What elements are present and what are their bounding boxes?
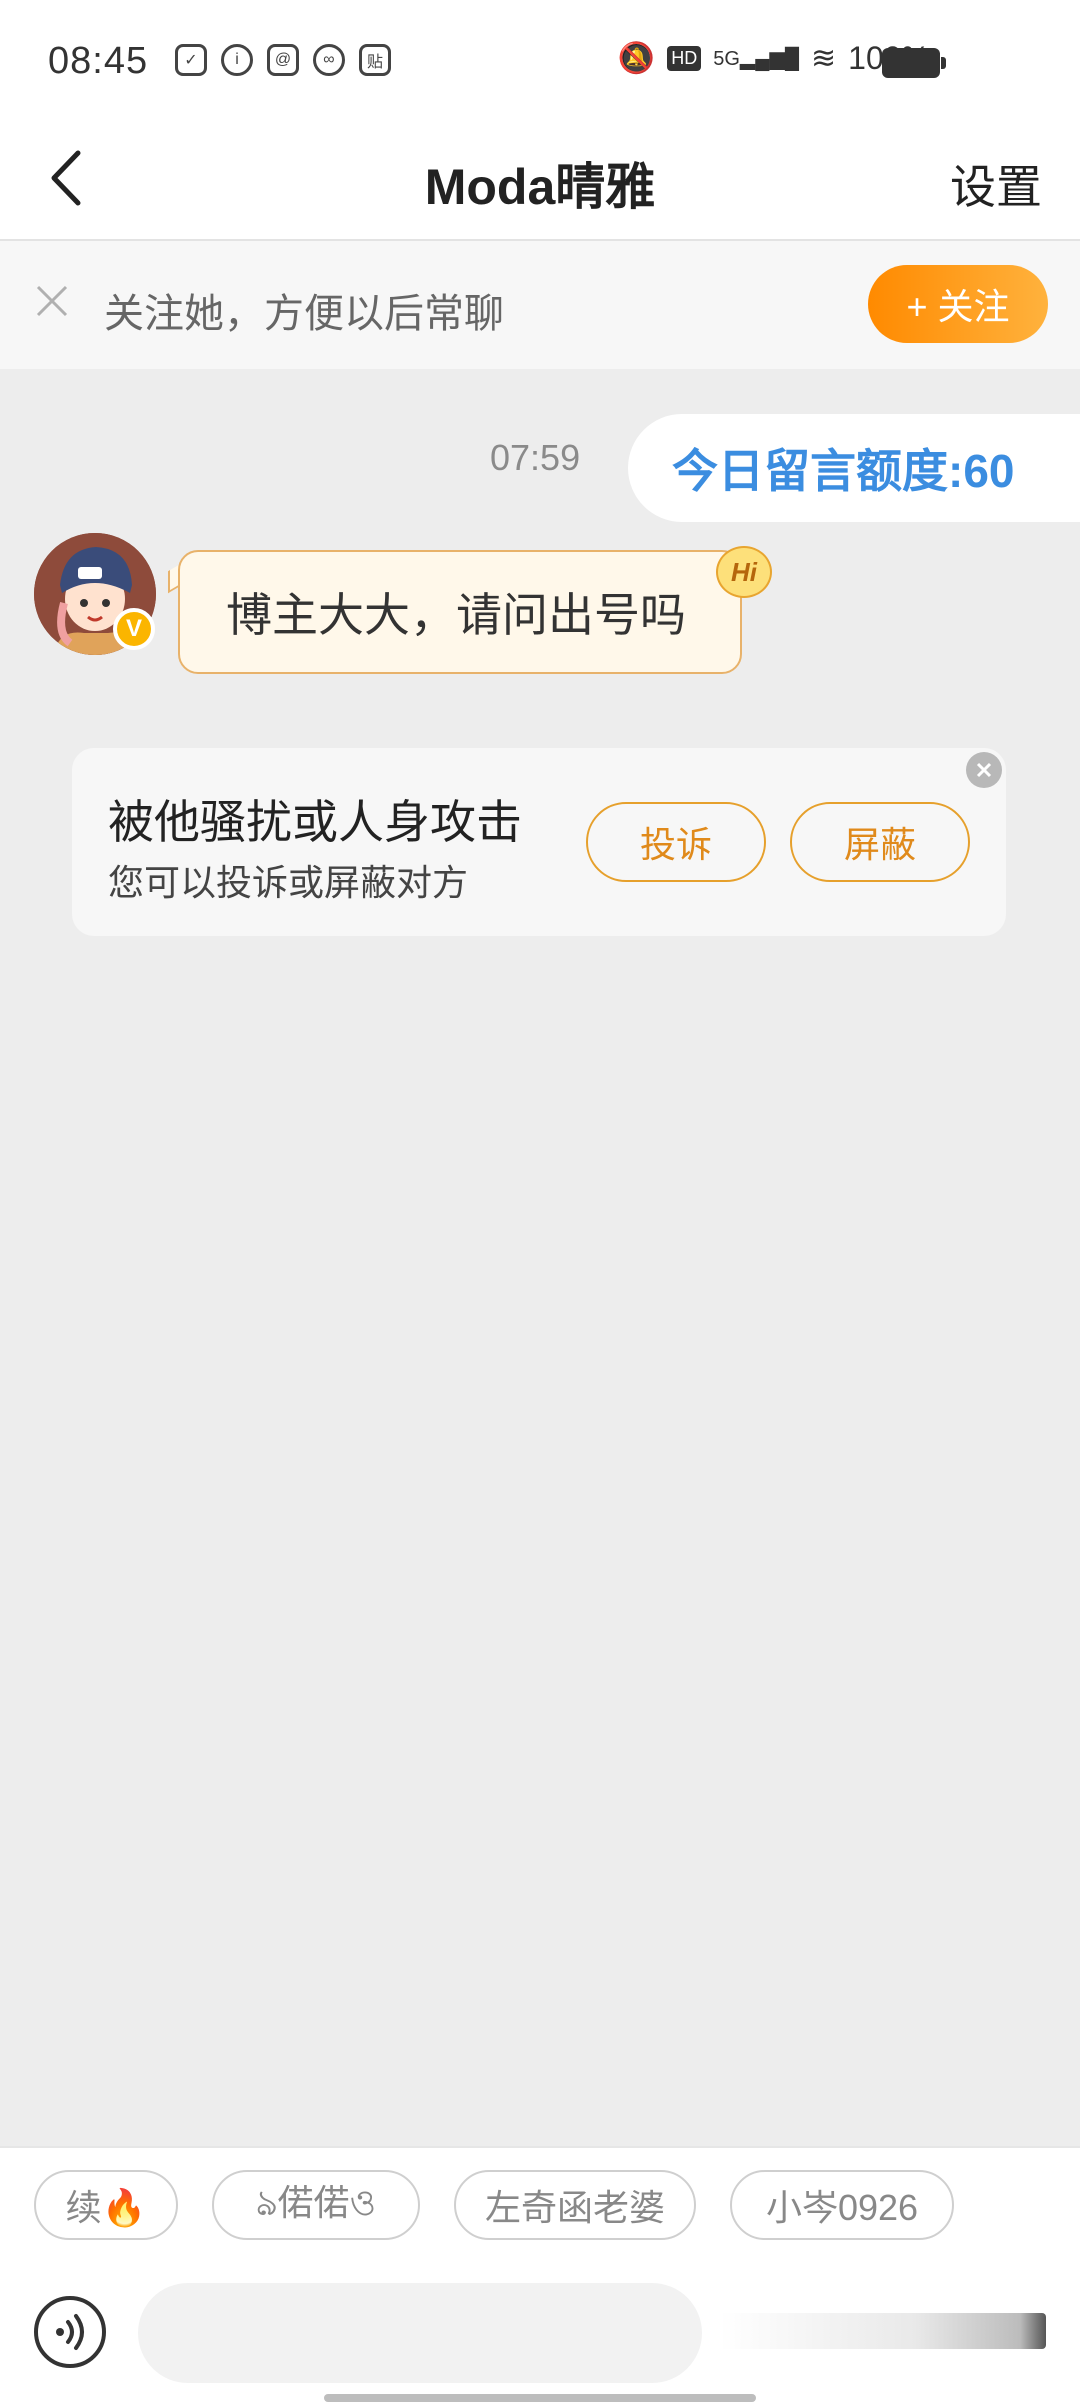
- quota-label: 今日留言额度:60: [672, 445, 1015, 497]
- follow-banner: 关注她，方便以后常聊 + 关注: [0, 241, 1080, 369]
- voice-icon: [56, 2314, 84, 2350]
- suggestion-chip[interactable]: 小岑0926: [730, 2170, 954, 2240]
- suggestion-chip[interactable]: 续🔥: [34, 2170, 178, 2240]
- wifi-icon: ≋: [811, 42, 837, 75]
- hd-icon: HD: [667, 46, 702, 71]
- chat-header: Moda晴雅 设置: [0, 125, 1080, 241]
- follow-prompt: 关注她，方便以后常聊: [104, 292, 504, 336]
- report-card: 被他骚扰或人身攻击 您可以投诉或屏蔽对方 投诉 屏蔽: [72, 748, 1006, 936]
- verified-badge: V: [113, 608, 155, 650]
- status-bar: 08:45 ✓ i @ ∞ 贴 🔕 HD 5G▂▄▆█ ≋ 100%: [0, 0, 1080, 125]
- incoming-message-bubble[interactable]: 博主大大，请问出号吗: [178, 550, 742, 674]
- blurred-area: [720, 2313, 1046, 2349]
- suggestion-chip[interactable]: ঌ偌偌ও: [212, 2170, 420, 2240]
- card-close-icon[interactable]: [966, 752, 1002, 788]
- task-icon: ✓: [175, 44, 207, 76]
- link-icon: ∞: [313, 44, 345, 76]
- hi-badge-icon: Hi: [716, 546, 772, 598]
- suggestion-bar: 续🔥 ঌ偌偌ও 左奇函老婆 小岑0926: [0, 2146, 1080, 2268]
- app-icon: @: [267, 44, 299, 76]
- input-bar: [0, 2266, 1080, 2408]
- ifly-icon: i: [221, 44, 253, 76]
- mute-icon: 🔕: [617, 42, 656, 75]
- battery-icon: [882, 48, 946, 78]
- report-card-title: 被他骚扰或人身攻击: [108, 796, 522, 848]
- signal-icon: 5G▂▄▆█: [713, 48, 800, 70]
- notification-icons: ✓ i @ ∞ 贴: [175, 44, 391, 76]
- status-time: 08:45: [48, 40, 149, 82]
- sticker-icon: 贴: [359, 44, 391, 76]
- settings-button[interactable]: 设置: [950, 151, 1042, 217]
- message-timestamp: 07:59: [490, 437, 581, 478]
- suggestion-chip[interactable]: 左奇函老婆: [454, 2170, 696, 2240]
- follow-button[interactable]: + 关注: [868, 265, 1048, 343]
- network-label: 5G: [713, 48, 740, 70]
- message-input[interactable]: [138, 2283, 702, 2383]
- report-card-subtitle: 您可以投诉或屏蔽对方: [108, 862, 469, 903]
- report-button[interactable]: 投诉: [586, 802, 766, 882]
- incoming-message-text: 博主大大，请问出号吗: [226, 589, 686, 641]
- page-title: Moda晴雅: [424, 159, 656, 215]
- home-indicator[interactable]: [324, 2394, 756, 2402]
- quota-bubble: 今日留言额度:60: [628, 414, 1080, 522]
- block-button[interactable]: 屏蔽: [790, 802, 970, 882]
- close-icon[interactable]: [30, 279, 74, 323]
- voice-input-button[interactable]: [34, 2296, 106, 2368]
